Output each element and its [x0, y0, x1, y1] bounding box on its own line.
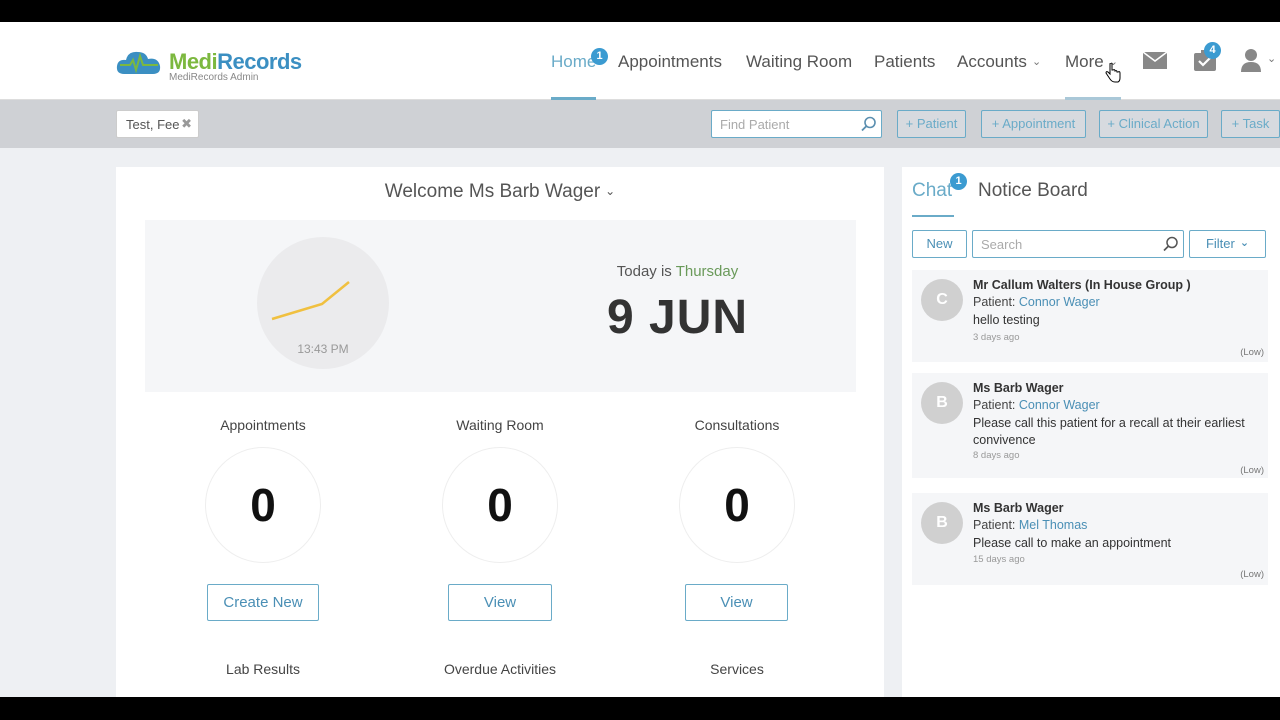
- lab-results-label: Lab Results: [226, 661, 300, 677]
- today-day: Thursday: [675, 263, 739, 280]
- filter-button[interactable]: Filter ⌄: [1189, 230, 1266, 258]
- avatar: B: [921, 502, 963, 544]
- chat-search-input[interactable]: [973, 231, 1158, 257]
- chat-message[interactable]: B Ms Barb Wager Patient: Mel Thomas Plea…: [912, 493, 1268, 585]
- cloud-logo-icon: [116, 51, 161, 74]
- logo[interactable]: MediRecords MediRecords Admin: [116, 46, 316, 86]
- patient-link[interactable]: Connor Wager: [1019, 398, 1100, 412]
- avatar: C: [921, 279, 963, 321]
- message-patient: Patient: Connor Wager: [973, 295, 1100, 309]
- create-new-appointment-button[interactable]: Create New: [207, 584, 319, 621]
- message-timestamp: 3 days ago: [973, 332, 1020, 343]
- waiting-room-stat-label: Waiting Room: [456, 417, 544, 433]
- patient-tag[interactable]: Test, Fee ✖: [116, 110, 199, 138]
- patient-tag-label: Test, Fee: [126, 117, 180, 132]
- message-body: Please call this patient for a recall at…: [973, 416, 1245, 447]
- consultations-stat: Consultations 0: [657, 417, 817, 563]
- message-sender: Ms Barb Wager: [973, 501, 1064, 515]
- chevron-down-icon[interactable]: ⌄: [1267, 52, 1276, 65]
- message-body: Please call to make an appointment: [973, 536, 1172, 550]
- message-priority: (Low): [1240, 347, 1264, 358]
- nav-patients[interactable]: Patients: [874, 52, 935, 72]
- dashboard-panel: Welcome Ms Barb Wager ⌄ 13:43 PM Today is…: [116, 167, 884, 697]
- new-chat-button[interactable]: New: [912, 230, 967, 258]
- app-frame: MediRecords MediRecords Admin Home 1 App…: [0, 22, 1280, 697]
- clock-time: 13:43 PM: [297, 342, 349, 356]
- search-icon[interactable]: [861, 116, 877, 132]
- filter-label: Filter: [1205, 236, 1235, 251]
- message-patient: Patient: Mel Thomas: [973, 518, 1088, 532]
- appointments-count: 0: [205, 447, 321, 563]
- view-consultations-button[interactable]: View: [685, 584, 788, 621]
- chat-tab-underline: [912, 215, 954, 217]
- message-sender: Ms Barb Wager: [973, 381, 1064, 395]
- chevron-down-icon: ⌄: [605, 184, 616, 198]
- message-patient: Patient: Connor Wager: [973, 398, 1100, 412]
- appointments-stat-label: Appointments: [220, 417, 306, 433]
- search-icon[interactable]: [1163, 236, 1179, 252]
- chat-message[interactable]: B Ms Barb Wager Patient: Connor Wager Pl…: [912, 373, 1268, 478]
- message-timestamp: 15 days ago: [973, 554, 1025, 565]
- add-patient-button[interactable]: + Patient: [897, 110, 966, 138]
- tasks-badge: 4: [1204, 42, 1221, 59]
- nav-waiting-room[interactable]: Waiting Room: [746, 52, 852, 72]
- nav-appointments[interactable]: Appointments: [618, 52, 722, 72]
- welcome-title: Welcome Ms Barb Wager: [384, 181, 601, 202]
- patient-link[interactable]: Connor Wager: [1019, 295, 1100, 309]
- chat-message[interactable]: C Mr Callum Walters (In House Group ) Pa…: [912, 270, 1268, 362]
- add-task-button[interactable]: + Task: [1221, 110, 1280, 138]
- message-timestamp: 8 days ago: [973, 450, 1020, 461]
- tab-notice-board[interactable]: Notice Board: [978, 180, 1088, 202]
- consultations-stat-label: Consultations: [694, 417, 780, 433]
- services-label: Services: [710, 661, 764, 677]
- overdue-activities-label: Overdue Activities: [443, 661, 557, 677]
- brand-subtitle: MediRecords Admin: [169, 72, 259, 83]
- add-clinical-action-button[interactable]: + Clinical Action: [1099, 110, 1208, 138]
- view-waiting-room-button[interactable]: View: [448, 584, 552, 621]
- waiting-room-stat: Waiting Room 0: [420, 417, 580, 563]
- chevron-down-icon: ⌄: [1239, 237, 1250, 249]
- mouse-pointer-icon: [1105, 63, 1121, 83]
- close-icon[interactable]: ✖: [181, 116, 192, 132]
- message-body: hello testing: [973, 313, 1040, 327]
- patient-link[interactable]: Mel Thomas: [1019, 518, 1088, 532]
- consultations-count: 0: [679, 447, 795, 563]
- action-toolbar: Test, Fee ✖ + Patient + Appointment + Cl…: [0, 100, 1280, 148]
- add-appointment-button[interactable]: + Appointment: [981, 110, 1086, 138]
- home-badge: 1: [591, 48, 608, 65]
- message-priority: (Low): [1240, 465, 1264, 476]
- appointments-stat: Appointments 0: [183, 417, 343, 563]
- nav-accounts[interactable]: Accounts ⌄: [957, 52, 1041, 72]
- chat-panel: Chat 1 Notice Board New Filter ⌄ C Mr Cal…: [902, 167, 1280, 697]
- nav-more-label: More: [1065, 52, 1104, 71]
- message-priority: (Low): [1240, 569, 1264, 580]
- top-header: MediRecords MediRecords Admin Home 1 App…: [0, 22, 1280, 100]
- today-prefix: Today is: [616, 263, 676, 280]
- today-label: Today is Thursday: [545, 263, 810, 280]
- find-patient-input[interactable]: [712, 111, 852, 137]
- chat-search-field: [972, 230, 1184, 258]
- welcome-dropdown[interactable]: Welcome Ms Barb Wager ⌄: [116, 181, 884, 203]
- waiting-room-count: 0: [442, 447, 558, 563]
- mail-icon[interactable]: [1143, 52, 1167, 69]
- analog-clock: 13:43 PM: [257, 237, 389, 369]
- find-patient-field: [711, 110, 882, 138]
- date-time-hero: 13:43 PM Today is Thursday 9 JUN: [145, 220, 856, 392]
- today-date: 9 JUN: [606, 291, 749, 344]
- avatar: B: [921, 382, 963, 424]
- nav-home[interactable]: Home: [551, 52, 596, 72]
- message-sender: Mr Callum Walters (In House Group ): [973, 278, 1191, 292]
- user-avatar-icon[interactable]: [1241, 48, 1265, 72]
- tab-chat[interactable]: Chat: [912, 180, 952, 202]
- chat-badge: 1: [950, 173, 967, 190]
- nav-accounts-label: Accounts: [957, 52, 1027, 71]
- chevron-down-icon: ⌄: [1031, 56, 1042, 68]
